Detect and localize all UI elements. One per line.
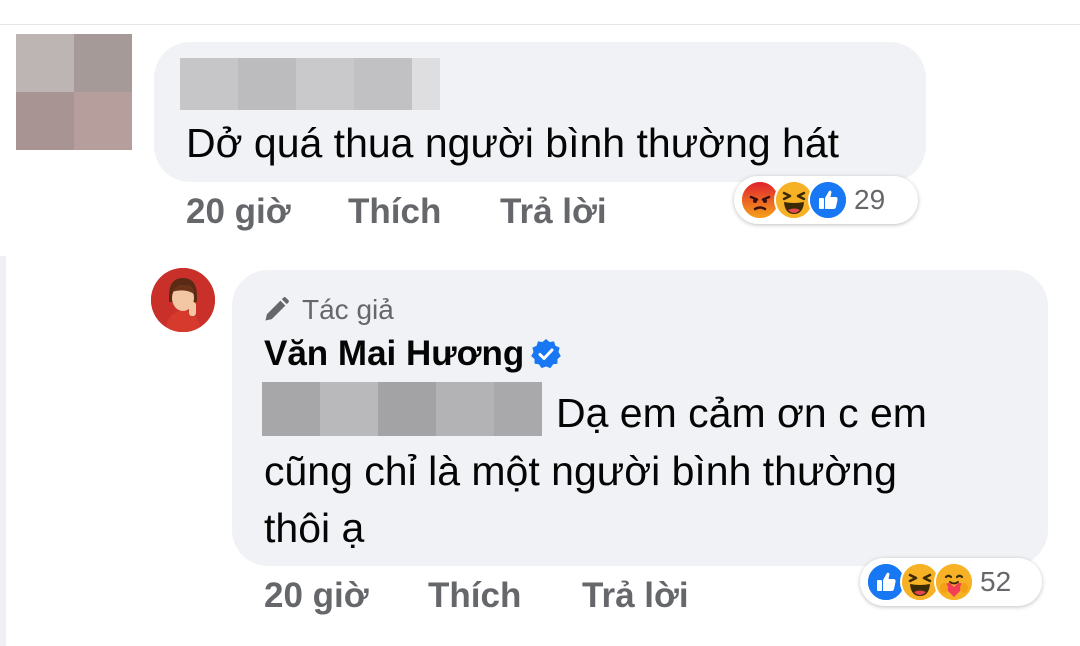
like-icon (808, 180, 848, 220)
reaction-count: 29 (854, 184, 886, 215)
comment-timestamp[interactable]: 20 giờ (186, 192, 348, 232)
author-badge: Tác giả (262, 294, 394, 326)
reply-actions: 20 giờ Thích Trả lời (264, 576, 689, 616)
top-divider (0, 24, 1080, 25)
reply-timestamp[interactable]: 20 giờ (264, 576, 428, 616)
reaction-summary[interactable]: 52 (860, 558, 1042, 606)
comment-actions: 20 giờ Thích Trả lời (186, 192, 607, 232)
like-link[interactable]: Thích (428, 576, 582, 616)
commenter-avatar-blurred[interactable] (16, 34, 132, 150)
verified-badge-icon (531, 339, 562, 369)
like-link[interactable]: Thích (348, 192, 500, 232)
reply-text-line: thôi ạ (264, 505, 365, 551)
commenter-name-blurred[interactable] (180, 58, 440, 110)
author-avatar[interactable] (151, 268, 215, 332)
comment-text: Dở quá thua người bình thường hát (186, 120, 840, 166)
author-name[interactable]: Văn Mai Hương (264, 334, 524, 374)
author-badge-label: Tác giả (302, 294, 394, 325)
reaction-count: 52 (980, 566, 1012, 597)
reply-link[interactable]: Trả lời (582, 576, 689, 616)
author-name-row: Văn Mai Hương (264, 334, 562, 374)
reaction-summary[interactable]: 29 (734, 176, 918, 224)
pencil-icon (265, 297, 289, 321)
reply-thread-line (0, 256, 6, 646)
tagged-name-blurred[interactable] (262, 382, 542, 436)
reply-text-line: Dạ em cảm ơn c em (556, 390, 927, 436)
care-icon (934, 562, 974, 602)
reply-link[interactable]: Trả lời (500, 192, 607, 232)
reply-text-line: cũng chỉ là một người bình thường (264, 448, 897, 494)
